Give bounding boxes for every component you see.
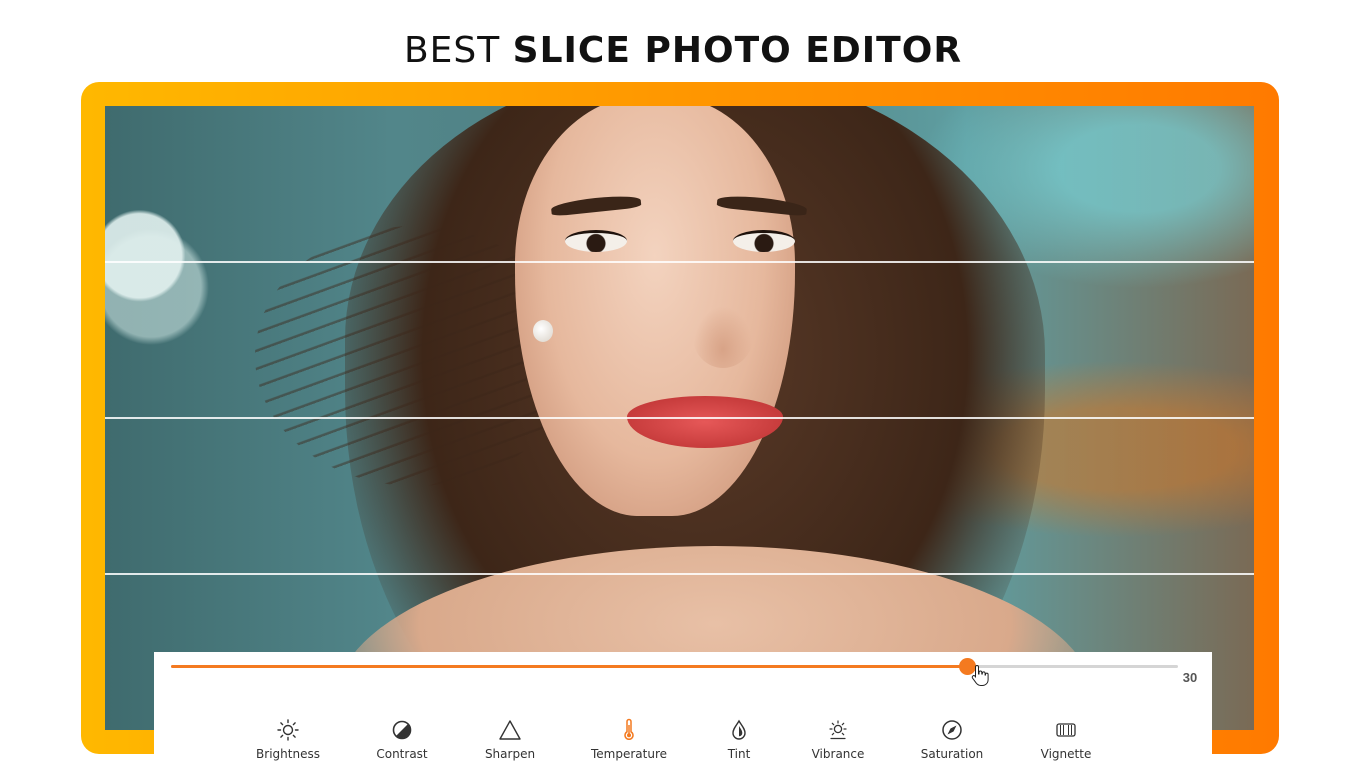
tool-contrast[interactable]: Contrast [352, 718, 452, 764]
tool-sharpen[interactable]: Sharpen [460, 718, 560, 764]
contrast-icon [392, 720, 412, 740]
photo-eye-right [733, 230, 795, 252]
tool-label: Vignette [1040, 747, 1092, 761]
sharpen-icon [499, 720, 521, 740]
slider-thumb[interactable] [958, 658, 989, 686]
adjustment-panel: 30 Brightness Contrast Sharpen Temperatu… [154, 652, 1212, 768]
tool-label: Vibrance [811, 747, 865, 761]
tool-vignette[interactable]: Vignette [1016, 718, 1116, 764]
slice-divider[interactable] [105, 261, 1254, 263]
slider-value: 30 [1182, 670, 1198, 685]
tool-temperature[interactable]: Temperature [579, 718, 679, 764]
tool-label: Temperature [590, 747, 667, 761]
slider-fill [171, 665, 967, 668]
slice-divider[interactable] [105, 573, 1254, 575]
headline-light: BEST [403, 30, 513, 71]
tool-vibrance[interactable]: Vibrance [788, 718, 888, 764]
droplet-icon [732, 719, 746, 740]
tool-saturation[interactable]: Saturation [902, 718, 1002, 764]
vibrance-icon [829, 720, 847, 740]
photo-nose [693, 306, 753, 368]
adjustment-slider[interactable] [171, 658, 1178, 686]
hand-cursor-icon [971, 664, 989, 686]
tool-bar: Brightness Contrast Sharpen Temperature [154, 718, 1212, 764]
headline: BEST SLICE PHOTO EDITOR [0, 26, 1366, 76]
tool-label: Brightness [256, 747, 320, 761]
photo-earring [533, 320, 553, 342]
headline-bold: SLICE PHOTO EDITOR [512, 30, 963, 71]
thermometer-icon [624, 718, 634, 740]
brightness-icon [277, 719, 299, 741]
vignette-icon [1056, 723, 1076, 737]
tool-label: Sharpen [484, 747, 536, 761]
tool-brightness[interactable]: Brightness [238, 718, 338, 764]
tool-label: Contrast [376, 747, 428, 761]
photo-canvas[interactable] [105, 106, 1254, 730]
slice-divider[interactable] [105, 417, 1254, 419]
photo-eye-left [565, 230, 627, 252]
saturation-icon [942, 720, 962, 740]
photo-face [515, 106, 795, 516]
tool-tint[interactable]: Tint [689, 718, 789, 764]
tool-label: Tint [727, 747, 751, 761]
tool-label: Saturation [920, 747, 984, 761]
